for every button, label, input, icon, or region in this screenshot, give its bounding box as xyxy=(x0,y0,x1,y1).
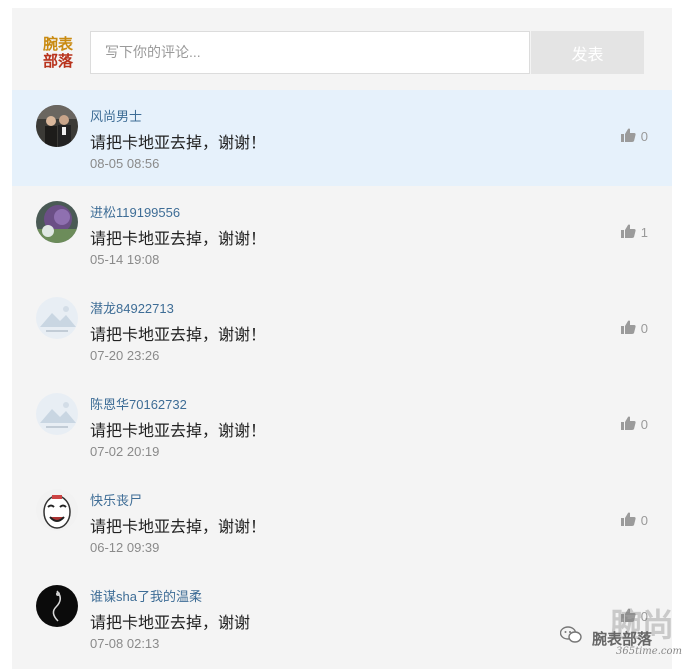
watermark-url: 365time.com xyxy=(616,646,682,657)
comment-time: 07-08 02:13 xyxy=(90,636,160,651)
avatar[interactable] xyxy=(36,489,78,531)
avatar[interactable] xyxy=(36,393,78,435)
comment-username[interactable]: 潜龙84922713 xyxy=(90,298,174,317)
comment-time: 06-12 09:39 xyxy=(90,540,160,555)
comment-time: 07-02 20:19 xyxy=(90,444,160,459)
like-button[interactable]: 0 xyxy=(620,128,648,145)
comment-text: 请把卡地亚去掉，谢谢！ xyxy=(90,327,267,344)
like-button[interactable]: 1 xyxy=(620,224,648,241)
wechat-icon xyxy=(559,626,582,644)
comment-username[interactable]: 进松119199556 xyxy=(90,202,180,221)
thumbs-up-icon xyxy=(620,416,636,433)
comment-username[interactable]: 谁谋sha了我的温柔 xyxy=(90,586,202,605)
avatar[interactable] xyxy=(36,297,78,339)
comment-panel: 腕表 部落 写下你的评论... 发表 风尚男士 请把卡地亚去掉，谢谢！ 08-0… xyxy=(12,8,672,669)
post-button[interactable]: 发表 xyxy=(531,31,644,74)
brand-logo-line1: 腕表 xyxy=(42,35,73,53)
watermark: 腕尚 腕表部落 365time.com xyxy=(559,600,682,664)
comment-username[interactable]: 陈恩华70162732 xyxy=(90,394,187,413)
comment-time: 05-14 19:08 xyxy=(90,252,160,267)
thumbs-up-icon xyxy=(620,224,636,241)
like-count: 0 xyxy=(640,417,648,432)
thumbs-up-icon xyxy=(620,512,636,529)
like-count: 0 xyxy=(640,321,648,336)
comment-text: 请把卡地亚去掉，谢谢！ xyxy=(90,423,267,440)
brand-logo: 腕表 部落 xyxy=(40,35,76,71)
comment-text: 请把卡地亚去掉，谢谢！ xyxy=(90,231,267,248)
comment-time: 08-05 08:56 xyxy=(90,156,160,171)
comment-input[interactable]: 写下你的评论... xyxy=(90,31,530,74)
thumbs-up-icon xyxy=(620,128,636,145)
comment-item: 进松119199556 请把卡地亚去掉，谢谢！ 05-14 19:08 1 xyxy=(12,186,672,282)
comment-text: 请把卡地亚去掉，谢谢！ xyxy=(90,519,267,536)
like-button[interactable]: 0 xyxy=(620,512,648,529)
comment-item: 陈恩华70162732 请把卡地亚去掉，谢谢！ 07-02 20:19 0 xyxy=(12,378,672,474)
comment-time: 07-20 23:26 xyxy=(90,348,160,363)
comment-item: 潜龙84922713 请把卡地亚去掉，谢谢！ 07-20 23:26 0 xyxy=(12,282,672,378)
avatar[interactable] xyxy=(36,105,78,147)
like-count: 0 xyxy=(640,513,648,528)
comment-text: 请把卡地亚去掉，谢谢！ xyxy=(90,135,267,152)
comment-text: 请把卡地亚去掉，谢谢 xyxy=(90,615,251,632)
comment-item: 快乐丧尸 请把卡地亚去掉，谢谢！ 06-12 09:39 0 xyxy=(12,474,672,570)
like-button[interactable]: 0 xyxy=(620,320,648,337)
comment-username[interactable]: 快乐丧尸 xyxy=(90,490,142,509)
comment-username[interactable]: 风尚男士 xyxy=(90,106,142,125)
avatar[interactable] xyxy=(36,201,78,243)
like-count: 0 xyxy=(640,129,648,144)
comment-item: 风尚男士 请把卡地亚去掉，谢谢！ 08-05 08:56 0 xyxy=(12,90,672,186)
comment-composer: 腕表 部落 写下你的评论... 发表 xyxy=(12,8,672,90)
like-count: 1 xyxy=(640,225,648,240)
avatar[interactable] xyxy=(36,585,78,627)
like-button[interactable]: 0 xyxy=(620,416,648,433)
brand-logo-line2: 部落 xyxy=(42,52,73,70)
thumbs-up-icon xyxy=(620,320,636,337)
